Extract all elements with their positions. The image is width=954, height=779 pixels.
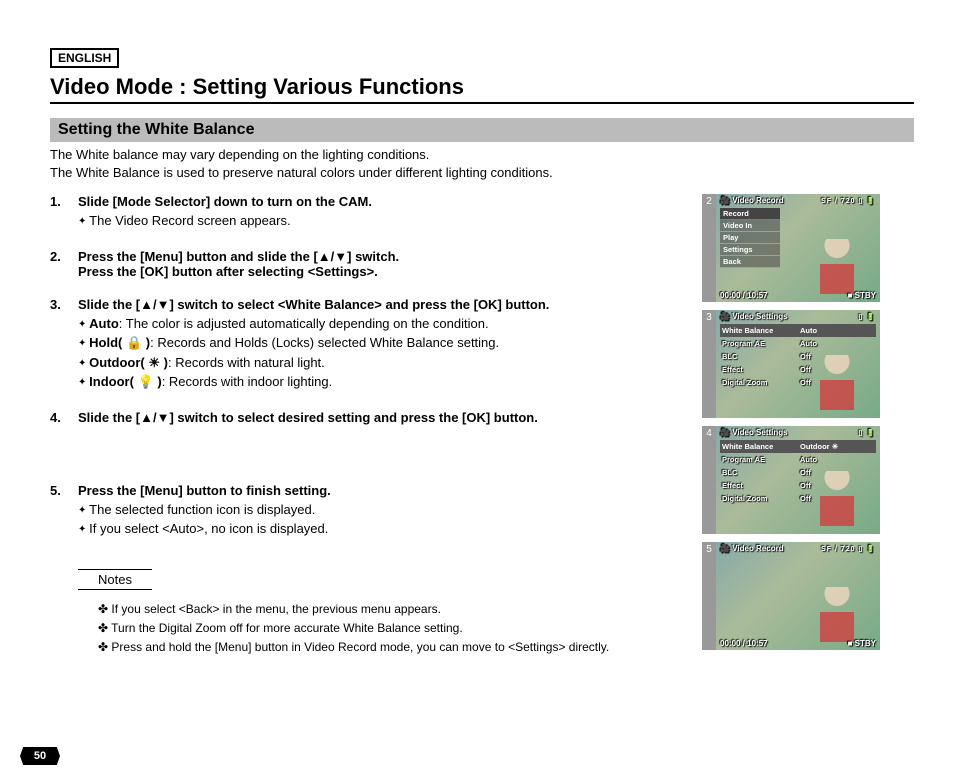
menu-item: Play	[720, 232, 780, 244]
screenshot-number: 5	[702, 542, 716, 650]
osd-settings: White BalanceOutdoor ☀ Program AEAuto BL…	[720, 440, 876, 505]
camera-icon: 🎥 Video Settings	[720, 312, 788, 321]
setting-row: EffectOff	[720, 363, 876, 376]
intro-line-2: The White Balance is used to preserve na…	[50, 165, 553, 180]
note-item: If you select <Back> in the menu, the pr…	[98, 600, 690, 619]
notes-label: Notes	[78, 569, 152, 590]
note-item: Turn the Digital Zoom off for more accur…	[98, 619, 690, 638]
status-icons: ▯ 🔋	[858, 313, 876, 321]
photo-subject	[812, 582, 862, 642]
section-title: Setting the White Balance	[50, 118, 914, 142]
option-outdoor: Outdoor( ☀ ): Records with natural light…	[78, 353, 690, 373]
osd-settings: White BalanceAuto Program AEAuto BLCOff …	[720, 324, 876, 389]
step-1: 1. Slide [Mode Selector] down to turn on…	[50, 194, 690, 231]
option-auto: Auto: The color is adjusted automaticall…	[78, 314, 690, 334]
screenshots-column: 2 🎥 Video Record SF / 720 ▯ 🔋 Record Vid…	[702, 194, 880, 658]
status-icons: ▯ 🔋	[858, 429, 876, 437]
status-icons: SF / 720 ▯ 🔋	[821, 545, 876, 553]
notes-list: If you select <Back> in the menu, the pr…	[98, 600, 690, 658]
page-title: Video Mode : Setting Various Functions	[50, 74, 914, 104]
screenshot-4: 4 🎥 Video Settings ▯ 🔋 White BalanceOutd…	[702, 426, 880, 534]
step-sub: The selected function icon is displayed.	[78, 500, 690, 520]
screenshot-5: 5 🎥 Video Record SF / 720 ▯ 🔋 00:00 / 10…	[702, 542, 880, 650]
note-item: Press and hold the [Menu] button in Vide…	[98, 638, 690, 657]
step-heading: Slide [Mode Selector] down to turn on th…	[78, 194, 372, 209]
menu-item: Video In	[720, 220, 780, 232]
step-4: 4. Slide the [▲/▼] switch to select desi…	[50, 410, 690, 425]
time-counter: 00:00 / 10:57	[720, 291, 768, 300]
step-heading: Slide the [▲/▼] switch to select <White …	[78, 297, 549, 312]
intro-text: The White balance may vary depending on …	[50, 146, 914, 182]
step-number: 2.	[50, 249, 78, 279]
menu-item: Settings	[720, 244, 780, 256]
step-heading: Press the [OK] button after selecting <S…	[78, 264, 378, 279]
option-hold: Hold( 🔒 ): Records and Holds (Locks) sel…	[78, 333, 690, 353]
option-indoor: Indoor( 💡 ): Records with indoor lightin…	[78, 372, 690, 392]
screenshot-number: 2	[702, 194, 716, 302]
camera-icon: 🎥 Video Record	[720, 196, 784, 205]
step-number: 5.	[50, 483, 78, 498]
step-heading: Press the [Menu] button to finish settin…	[78, 483, 331, 498]
step-number: 4.	[50, 410, 78, 425]
screenshot-number: 3	[702, 310, 716, 418]
setting-row: BLCOff	[720, 466, 876, 479]
menu-item: Record	[720, 208, 780, 220]
step-5: 5. Press the [Menu] button to finish set…	[50, 483, 690, 539]
step-sub: The Video Record screen appears.	[78, 211, 690, 231]
status-stby: ■ STBY	[848, 639, 876, 648]
setting-row: White BalanceAuto	[720, 324, 876, 337]
step-heading: Press the [Menu] button and slide the [▲…	[78, 249, 399, 264]
setting-row: Program AEAuto	[720, 337, 876, 350]
osd-menu: Record Video In Play Settings Back	[720, 208, 780, 268]
menu-item: Back	[720, 256, 780, 268]
setting-row: Digital ZoomOff	[720, 376, 876, 389]
screenshot-3: 3 🎥 Video Settings ▯ 🔋 White BalanceAuto…	[702, 310, 880, 418]
photo-subject	[812, 234, 862, 294]
sun-icon: ☀	[832, 442, 839, 451]
setting-row: BLCOff	[720, 350, 876, 363]
step-3: 3. Slide the [▲/▼] switch to select <Whi…	[50, 297, 690, 392]
setting-row: White BalanceOutdoor ☀	[720, 440, 876, 453]
setting-row: Digital ZoomOff	[720, 492, 876, 505]
camera-icon: 🎥 Video Record	[720, 544, 784, 553]
time-counter: 00:00 / 10:57	[720, 639, 768, 648]
screenshot-2: 2 🎥 Video Record SF / 720 ▯ 🔋 Record Vid…	[702, 194, 880, 302]
status-icons: SF / 720 ▯ 🔋	[821, 197, 876, 205]
screenshot-number: 4	[702, 426, 716, 534]
step-2: 2. Press the [Menu] button and slide the…	[50, 249, 690, 279]
step-sub: If you select <Auto>, no icon is display…	[78, 519, 690, 539]
steps-column: 1. Slide [Mode Selector] down to turn on…	[50, 194, 690, 658]
language-box: ENGLISH	[50, 48, 119, 68]
step-number: 1.	[50, 194, 78, 209]
intro-line-1: The White balance may vary depending on …	[50, 147, 429, 162]
status-stby: ■ STBY	[848, 291, 876, 300]
setting-row: Program AEAuto	[720, 453, 876, 466]
page-number: 50	[20, 747, 60, 765]
step-heading: Slide the [▲/▼] switch to select desired…	[78, 410, 538, 425]
setting-row: EffectOff	[720, 479, 876, 492]
step-number: 3.	[50, 297, 78, 312]
camera-icon: 🎥 Video Settings	[720, 428, 788, 437]
